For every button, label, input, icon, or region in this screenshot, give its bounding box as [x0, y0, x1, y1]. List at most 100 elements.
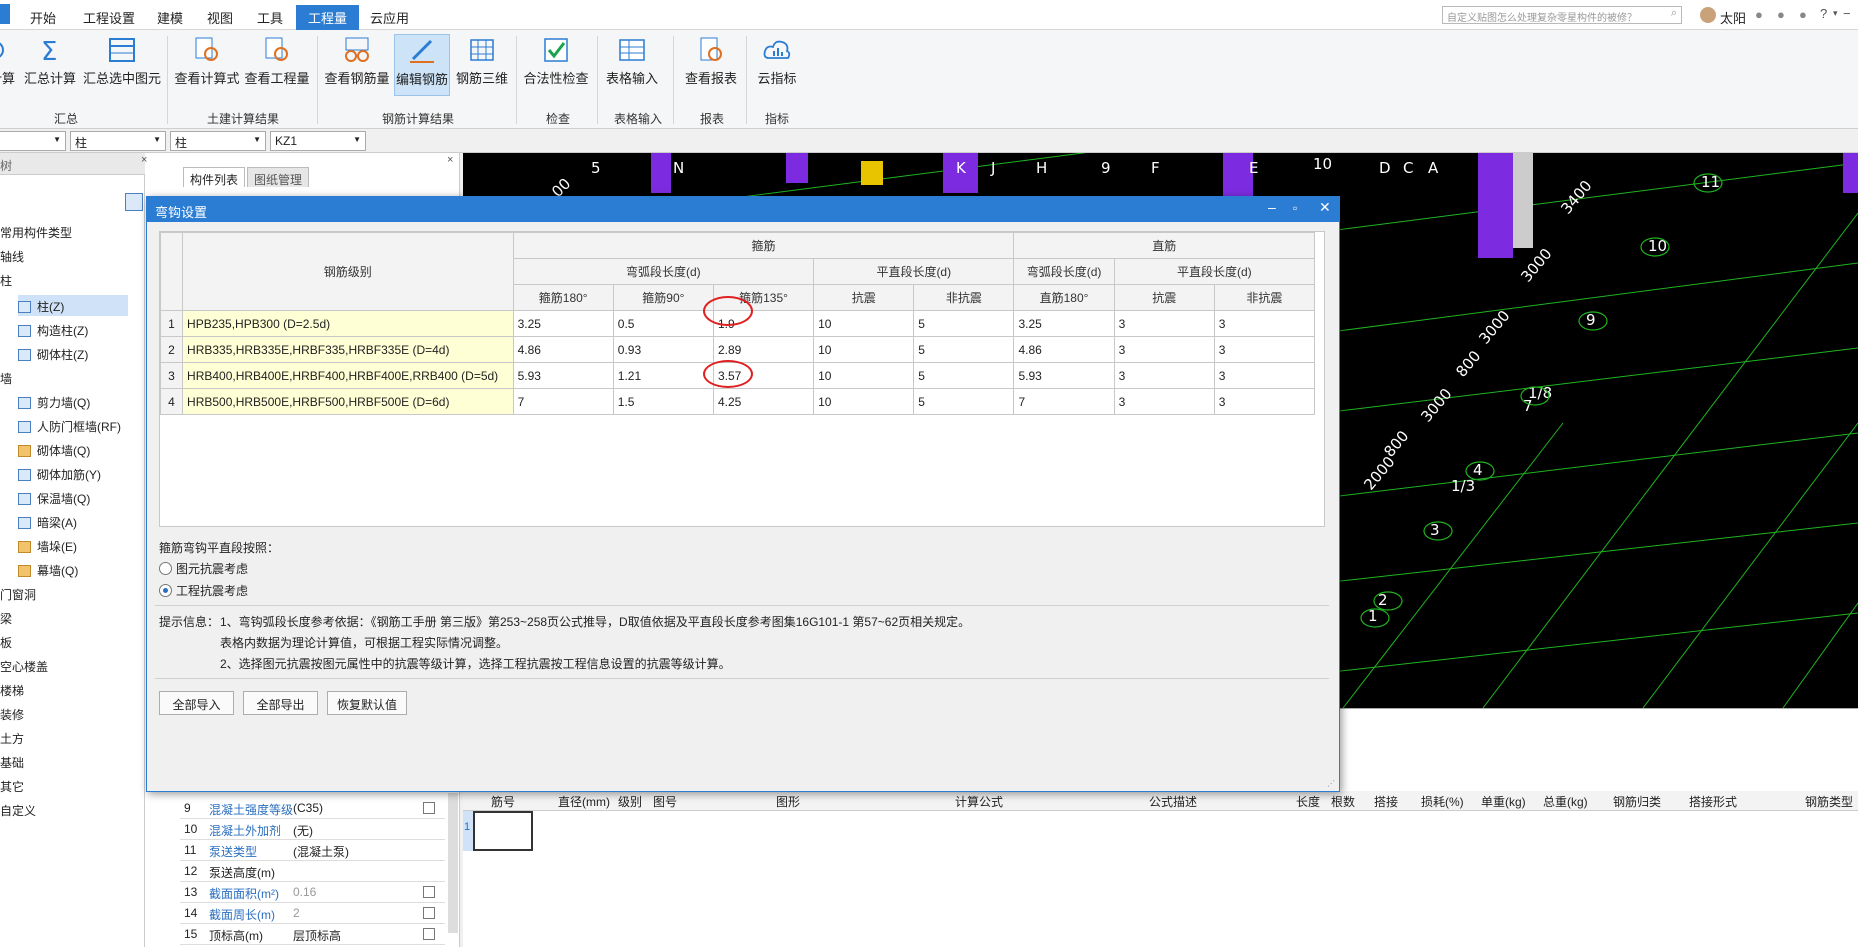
dialog-title-bar[interactable]: 弯钩设置 – ▫ ✕	[147, 197, 1339, 222]
type-select[interactable]: 柱 ▼	[170, 131, 266, 151]
value-cell[interactable]: 3	[1213, 310, 1316, 337]
service-icon[interactable]: ●	[1799, 7, 1807, 22]
floor-select[interactable]: ▼	[0, 131, 66, 151]
tree-item-civil-defense-wall[interactable]: 人防门框墙(RF)	[18, 418, 121, 435]
chat-icon[interactable]: ●	[1777, 7, 1785, 22]
avatar[interactable]	[1700, 7, 1716, 23]
menu-modeling[interactable]: 建模	[157, 8, 183, 27]
tree-item-pilaster[interactable]: 墙垛(E)	[18, 538, 77, 555]
tree-item-column-z[interactable]: 柱(Z)	[18, 295, 128, 316]
value-cell[interactable]: 4.86	[512, 336, 614, 363]
table-input-button[interactable]: 表格输入	[604, 34, 660, 96]
tree-item-wall[interactable]: 墙	[0, 370, 12, 387]
sum-selected-button[interactable]: 汇总选中图元	[82, 34, 162, 96]
menu-tools[interactable]: 工具	[257, 8, 283, 27]
property-row[interactable]: 11 泵送类型 (混凝土泵)	[180, 840, 445, 861]
maximize-icon[interactable]: ▫	[1293, 201, 1297, 215]
tree-item-column[interactable]: 柱	[0, 272, 12, 289]
close-icon[interactable]: ✕	[1319, 199, 1331, 216]
view-report-button[interactable]: 查看报表	[680, 34, 742, 96]
edit-rebar-button[interactable]: 编辑钢筋	[394, 34, 450, 96]
property-row[interactable]: 13 截面面积(m²) 0.16	[180, 882, 445, 903]
restore-default-button[interactable]: 恢复默认值	[327, 691, 407, 715]
sum-calc-button[interactable]: Σ 汇总计算	[22, 34, 78, 96]
tab-drawing-management[interactable]: 图纸管理	[247, 167, 309, 187]
checkbox[interactable]	[423, 802, 435, 814]
menu-start[interactable]: 开始	[30, 8, 56, 27]
menu-cloud[interactable]: 云应用	[370, 8, 409, 27]
value-cell[interactable]: 2.89	[712, 336, 815, 363]
list-view-icon[interactable]	[125, 193, 143, 211]
view-quantity-button[interactable]: 查看工程量	[244, 34, 310, 96]
tree-item-insulation-wall[interactable]: 保温墙(Q)	[18, 490, 90, 507]
username[interactable]: 太阳	[1720, 8, 1746, 27]
menu-quantity[interactable]: 工程量	[296, 5, 360, 30]
property-row[interactable]: 14 截面周长(m) 2	[180, 903, 445, 924]
tree-item-hidden-beam[interactable]: 暗梁(A)	[18, 514, 77, 531]
tree-item-stairs[interactable]: 楼梯	[0, 682, 24, 699]
value-cell[interactable]: 5	[913, 310, 1015, 337]
tree-item-openings[interactable]: 门窗洞	[0, 586, 36, 603]
close-icon[interactable]: ×	[447, 154, 453, 166]
value-cell[interactable]: 5	[913, 336, 1015, 363]
tree-item-foundation[interactable]: 基础	[0, 754, 24, 771]
value-cell[interactable]: 5.93	[512, 362, 614, 389]
tree-item-slab[interactable]: 板	[0, 634, 12, 651]
tree-item-shear-wall[interactable]: 剪力墙(Q)	[18, 394, 90, 411]
value-cell[interactable]: 3.25	[1013, 310, 1115, 337]
value-cell[interactable]: 3.25	[512, 310, 614, 337]
tree-item-masonry-rebar[interactable]: 砌体加筋(Y)	[18, 466, 101, 483]
menu-project-settings[interactable]: 工程设置	[83, 8, 135, 27]
app-logo-icon[interactable]	[0, 4, 10, 24]
value-cell[interactable]: 3	[1113, 310, 1215, 337]
value-cell[interactable]: 10	[813, 388, 915, 415]
value-cell[interactable]: 3	[1213, 362, 1316, 389]
checkbox[interactable]	[423, 907, 435, 919]
value-cell[interactable]: 7	[512, 388, 614, 415]
import-all-button[interactable]: 全部导入	[159, 691, 234, 715]
radio-element-seismic[interactable]: 图元抗震考虑	[159, 560, 248, 577]
dropdown-icon[interactable]: ▾	[1833, 8, 1838, 19]
minimize-ribbon-icon[interactable]: −	[1843, 6, 1851, 21]
validity-check-button[interactable]: 合法性检查	[522, 34, 590, 96]
tree-item-constructional-column[interactable]: 构造柱(Z)	[18, 322, 88, 339]
value-cell[interactable]: 3	[1213, 336, 1316, 363]
calc-button[interactable]: 计算	[0, 34, 18, 96]
value-cell[interactable]: 3	[1113, 336, 1215, 363]
tree-item-axis[interactable]: 轴线	[0, 248, 24, 265]
notification-icon[interactable]: ●	[1755, 7, 1763, 22]
menu-view[interactable]: 视图	[207, 8, 233, 27]
selected-cell[interactable]	[473, 811, 533, 851]
value-cell[interactable]: 0.5	[612, 310, 714, 337]
property-row[interactable]: 15 顶标高(m) 层顶标高	[180, 924, 445, 945]
value-cell[interactable]: 5.93	[1013, 362, 1115, 389]
value-cell[interactable]: 5	[913, 388, 1015, 415]
tree-item-earthwork[interactable]: 土方	[0, 730, 24, 747]
component-select[interactable]: KZ1 ▼	[270, 131, 366, 151]
resize-grip-icon[interactable]: ⋰	[1327, 779, 1335, 788]
minimize-icon[interactable]: –	[1268, 199, 1276, 215]
tree-item-beam[interactable]: 梁	[0, 610, 12, 627]
value-cell[interactable]: 7	[1013, 388, 1115, 415]
scrollbar[interactable]	[448, 793, 458, 933]
value-cell[interactable]: 1.5	[612, 388, 714, 415]
tree-item-common[interactable]: 常用构件类型	[0, 224, 72, 241]
tab-component-list[interactable]: 构件列表	[183, 167, 245, 187]
value-cell[interactable]: 5	[913, 362, 1015, 389]
value-cell[interactable]: 10	[813, 310, 915, 337]
export-all-button[interactable]: 全部导出	[243, 691, 318, 715]
property-row[interactable]: 9 混凝土强度等级 (C35)	[180, 798, 445, 819]
checkbox[interactable]	[423, 886, 435, 898]
value-cell[interactable]: 4.86	[1013, 336, 1115, 363]
search-icon[interactable]: ⌕	[1671, 7, 1677, 20]
property-row[interactable]: 10 混凝土外加剂 (无)	[180, 819, 445, 840]
value-cell[interactable]: 3	[1113, 362, 1215, 389]
tree-item-masonry-wall[interactable]: 砌体墙(Q)	[18, 442, 90, 459]
value-cell[interactable]: 4.25	[712, 388, 815, 415]
value-cell[interactable]: 1.21	[612, 362, 714, 389]
tree-item-hollow-floor[interactable]: 空心楼盖	[0, 658, 48, 675]
tree-item-decoration[interactable]: 装修	[0, 706, 24, 723]
rebar-3d-button[interactable]: 钢筋三维	[454, 34, 510, 96]
value-cell[interactable]: 0.93	[612, 336, 714, 363]
help-search-input[interactable]: 自定义贴图怎么处理复杂零星构件的被修？ ⌕	[1442, 6, 1682, 24]
